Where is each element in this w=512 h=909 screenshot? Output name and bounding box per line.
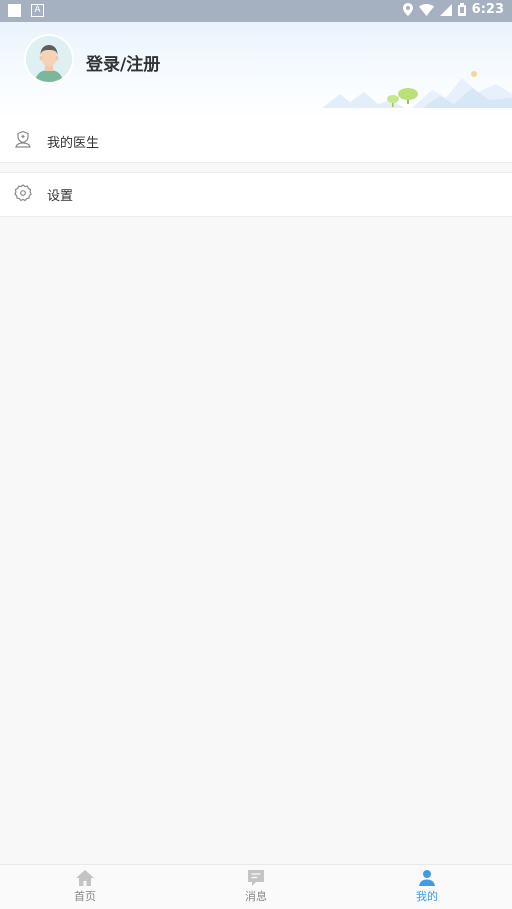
clock: 6:23 <box>471 2 504 17</box>
menu-item-my-doctor[interactable]: 我的医生 <box>0 120 512 163</box>
menu-item-label: 设置 <box>47 189 74 204</box>
tab-label: 首页 <box>74 890 96 903</box>
tab-mine[interactable]: 我的 <box>342 865 512 909</box>
notification-a-icon: A <box>31 4 44 17</box>
bottom-tab-bar: 首页 消息 我的 <box>0 864 512 909</box>
battery-icon <box>457 3 466 16</box>
mountain-scenery-icon <box>322 71 512 108</box>
location-icon <box>402 3 413 16</box>
home-icon <box>76 870 94 886</box>
menu-item-label: 我的医生 <box>47 135 100 151</box>
status-bar: A 6:23 <box>0 0 512 22</box>
doctor-shield-icon <box>14 130 32 152</box>
user-avatar-icon <box>26 36 72 82</box>
notification-square-icon <box>8 4 21 17</box>
tab-home[interactable]: 首页 <box>0 865 170 909</box>
login-register-link[interactable]: 登录/注册 <box>86 50 160 75</box>
tab-messages[interactable]: 消息 <box>171 865 341 909</box>
tab-label: 我的 <box>416 890 438 903</box>
message-icon <box>248 870 264 886</box>
gear-icon <box>14 183 32 206</box>
signal-icon <box>439 3 452 16</box>
wifi-icon <box>418 3 434 16</box>
person-icon <box>419 870 435 886</box>
tab-label: 消息 <box>245 890 267 903</box>
profile-header[interactable]: 登录/注册 <box>0 22 512 120</box>
avatar[interactable] <box>26 36 72 82</box>
menu-item-settings[interactable]: 设置 <box>0 172 512 217</box>
